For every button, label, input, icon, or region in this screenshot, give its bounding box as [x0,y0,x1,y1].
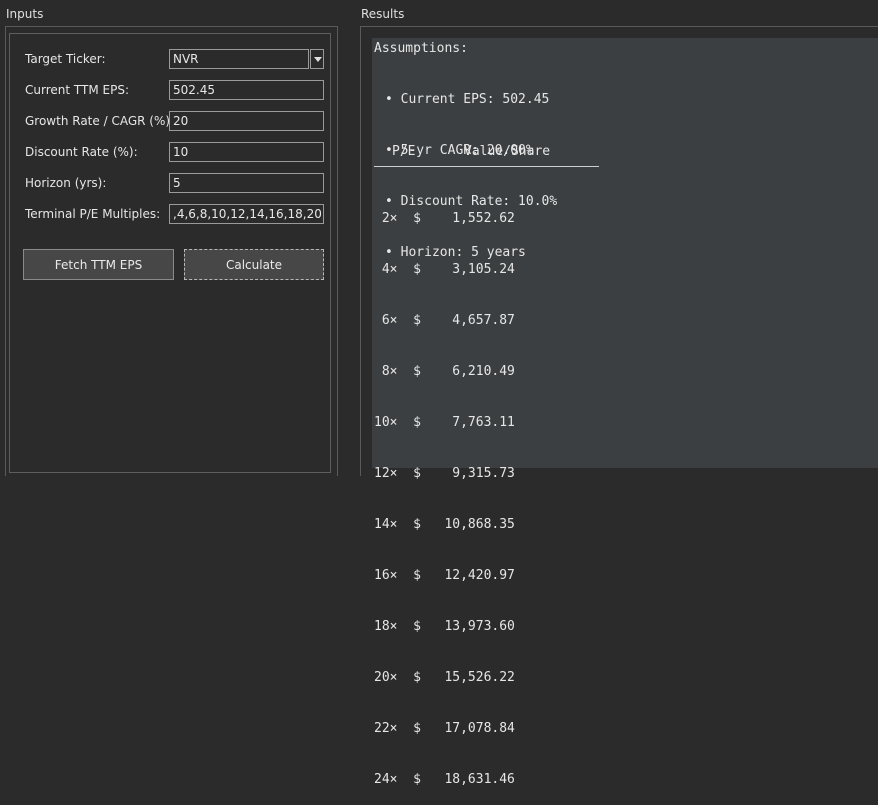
assumptions-title: Assumptions: [374,41,468,56]
table-row: 24× $ 18,631.46 [374,772,515,787]
results-frame-title: Results [361,7,405,21]
growth-label: Growth Rate / CAGR (%): [25,114,175,128]
column-header-value: Value/Share [464,144,551,159]
header-divider [374,166,599,167]
multiples-label: Terminal P/E Multiples: [25,207,161,221]
inputs-frame-title: Inputs [6,7,44,21]
eps-label: Current TTM EPS: [25,83,129,97]
table-row: 16× $ 12,420.97 [374,568,515,583]
calculate-button[interactable]: Calculate [184,249,324,280]
table-row: 6× $ 4,657.87 [374,313,515,328]
table-row: 8× $ 6,210.49 [374,364,515,379]
ticker-label: Target Ticker: [25,52,106,66]
assumption-item: • Current EPS: 502.45 [385,92,550,107]
table-row: 22× $ 17,078.84 [374,721,515,736]
table-row: 12× $ 9,315.73 [374,466,515,481]
fetch-eps-button[interactable]: Fetch TTM EPS [23,249,174,280]
results-table: 2× $ 1,552.62 4× $ 3,105.24 6× $ 4,657.8… [374,176,515,805]
horizon-label: Horizon (yrs): [25,176,107,190]
discount-input[interactable]: 10 [169,142,324,162]
growth-input[interactable]: 20 [169,111,324,131]
eps-input[interactable]: 502.45 [169,80,324,100]
chevron-down-icon[interactable] [310,49,324,69]
table-row: 20× $ 15,526.22 [374,670,515,685]
column-header-pe: P/E [392,144,416,159]
multiples-input[interactable]: ,4,6,8,10,12,14,16,18,20,22,24 [169,204,324,224]
horizon-input[interactable]: 5 [169,173,324,193]
table-row: 10× $ 7,763.11 [374,415,515,430]
table-row: 14× $ 10,868.35 [374,517,515,532]
discount-label: Discount Rate (%): [25,145,138,159]
table-row: 2× $ 1,552.62 [374,211,515,226]
table-row: 18× $ 13,973.60 [374,619,515,634]
ticker-select[interactable]: NVR [169,49,309,69]
table-row: 4× $ 3,105.24 [374,262,515,277]
